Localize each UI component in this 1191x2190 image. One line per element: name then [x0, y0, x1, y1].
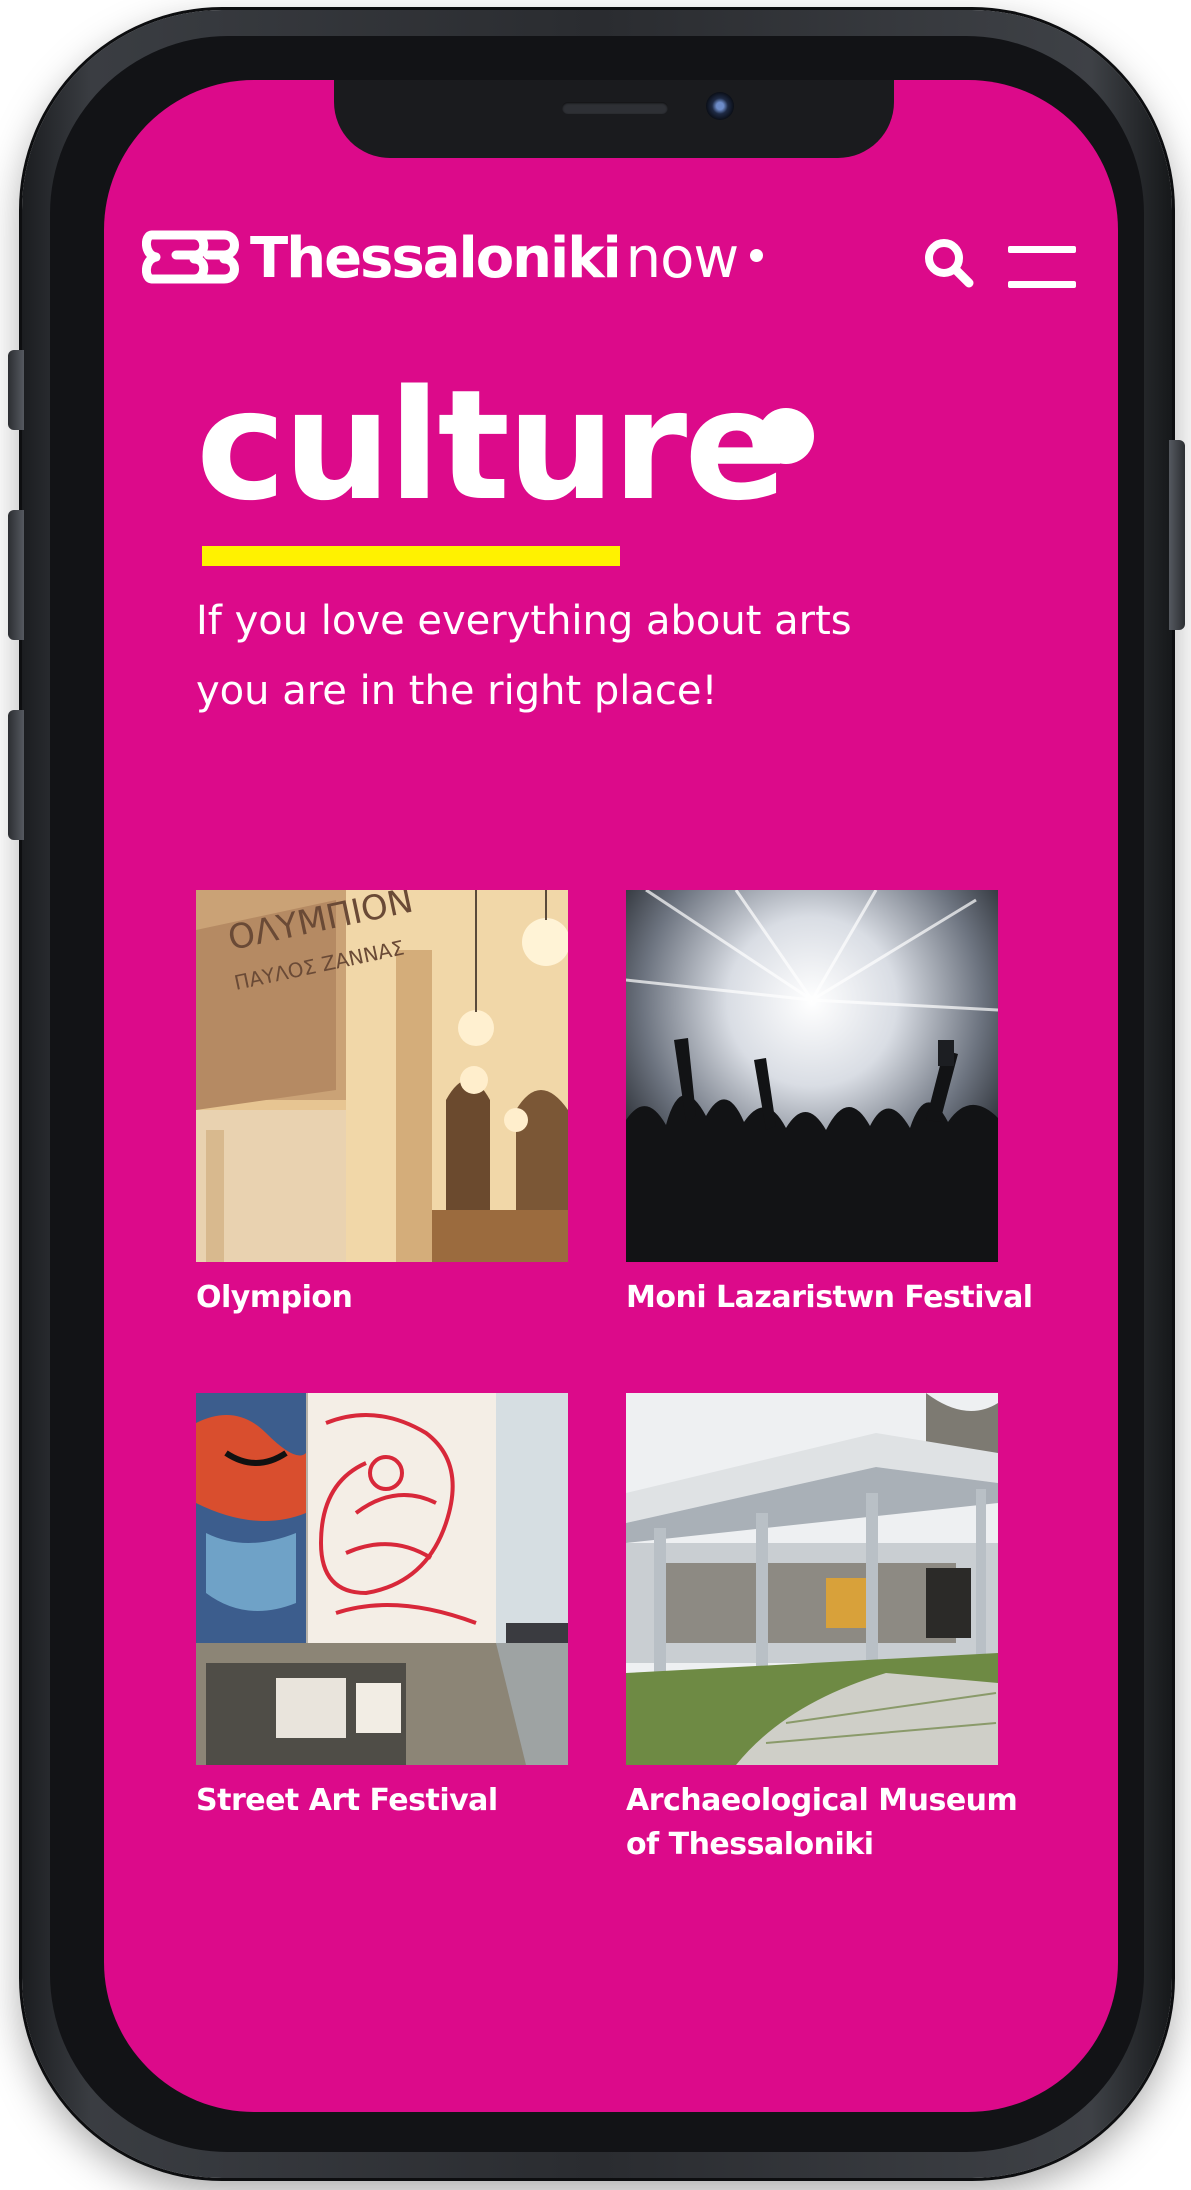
device-notch [334, 80, 894, 158]
menu-line-bottom [1008, 281, 1076, 288]
front-camera [706, 92, 734, 120]
menu-line-top [1008, 246, 1076, 253]
card-title[interactable]: Street Art Festival [196, 1779, 626, 1823]
brand-name: Thessaloniki [250, 225, 622, 291]
brand-logo[interactable]: Thessaloniki now [142, 218, 764, 298]
olympion-photo: ΟΛΥΜΠΙΟΝ ΠΑΥΛΟΣ ΖΑΝΝΑΣ [196, 890, 568, 1262]
olympion-image[interactable]: ΟΛΥΜΠΙΟΝ ΠΑΥΛΟΣ ΖΑΝΝΑΣ [196, 890, 568, 1262]
moni-lazaristwn-festival-image[interactable] [626, 890, 998, 1262]
title-dot [758, 408, 814, 464]
card-olympion[interactable]: ΟΛΥΜΠΙΟΝ ΠΑΥΛΟΣ ΖΑΝΝΑΣ Olympion [196, 890, 626, 1320]
volume-down-button [8, 710, 24, 840]
card-archaeological-museum[interactable]: Archaeological Museum of Thessaloniki [626, 1393, 1056, 1867]
brand-dot [750, 248, 764, 262]
card-title[interactable]: Olympion [196, 1276, 626, 1320]
search-button[interactable] [922, 236, 976, 290]
thessaloniki-logo-icon [142, 230, 239, 284]
card-title-line: Moni Lazaristwn Festival [626, 1280, 1033, 1315]
museum-building-photo [626, 1393, 998, 1765]
title-underline [202, 546, 620, 566]
search-icon [925, 239, 974, 288]
page-subtitle: If you love everything about arts you ar… [196, 586, 956, 726]
mute-switch [8, 350, 24, 430]
volume-up-button [8, 510, 24, 640]
subtitle-line: you are in the right place! [196, 668, 718, 714]
card-title[interactable]: Moni Lazaristwn Festival [626, 1276, 1066, 1320]
power-button [1169, 440, 1185, 630]
brand-suffix: now [625, 225, 740, 291]
card-title-line: Archaeological Museum [626, 1783, 1018, 1818]
street-art-photo [196, 1393, 568, 1765]
hamburger-menu-button[interactable] [1008, 246, 1076, 288]
archaeological-museum-image[interactable] [626, 1393, 998, 1765]
card-title-line: Olympion [196, 1280, 353, 1315]
concert-crowd-photo [626, 890, 998, 1262]
earpiece-speaker [562, 102, 668, 114]
card-title-line: of Thessaloniki [626, 1827, 874, 1862]
page-title: culture [196, 357, 787, 534]
street-art-festival-image[interactable] [196, 1393, 568, 1765]
card-moni-lazaristwn-festival[interactable]: Moni Lazaristwn Festival [626, 890, 1066, 1320]
subtitle-line: If you love everything about arts [196, 598, 852, 644]
card-title[interactable]: Archaeological Museum of Thessaloniki [626, 1779, 1056, 1867]
card-street-art-festival[interactable]: Street Art Festival [196, 1393, 626, 1823]
card-title-line: Street Art Festival [196, 1783, 498, 1818]
